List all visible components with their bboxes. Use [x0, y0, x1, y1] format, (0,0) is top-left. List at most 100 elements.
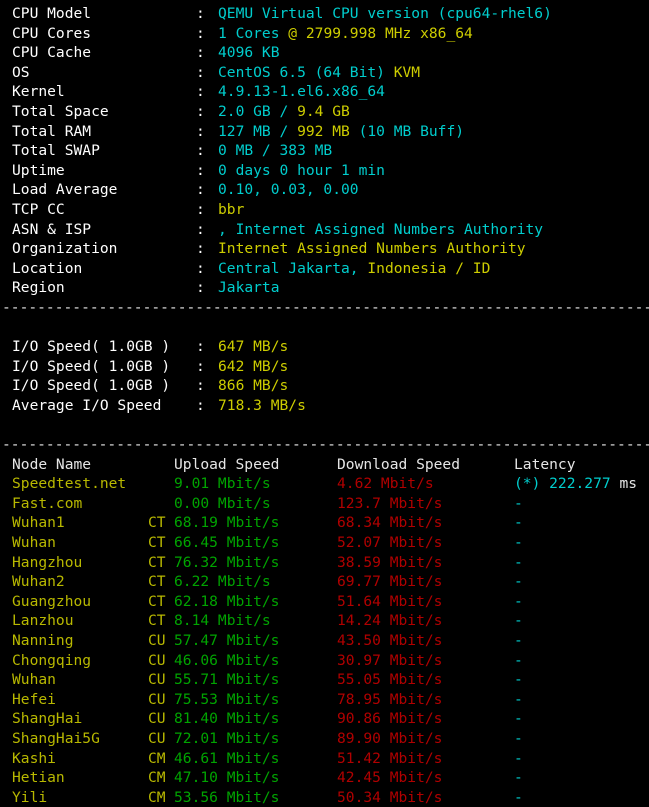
sysinfo-value-primary: 0.10, 0.03, 0.00: [218, 181, 359, 199]
sysinfo-label: Location: [12, 259, 83, 277]
sysinfo-colon: :: [196, 83, 205, 101]
latency-value: -: [514, 553, 523, 571]
cell-isp-code: CT: [148, 612, 166, 630]
io-speed-value: 718.3 MB/s: [218, 396, 306, 414]
table-row: Lanzhou CT 8.14 Mbit/s 14.24 Mbit/s -: [0, 611, 649, 631]
cell-isp-code: CU: [148, 671, 166, 689]
io-speed-colon: :: [196, 377, 205, 395]
sysinfo-value-primary: QEMU Virtual CPU version (cpu64-rhel6): [218, 5, 552, 22]
sysinfo-colon: :: [196, 220, 205, 238]
table-row: Speedtest.net 9.01 Mbit/s 4.62 Mbit/s (*) 2…: [0, 474, 649, 494]
cell-upload-speed: 0.00 Mbit/s: [174, 494, 271, 512]
cell-download-speed: 30.97 Mbit/s: [337, 651, 443, 669]
sysinfo-label: OS: [12, 63, 30, 81]
sysinfo-value-primary: 4096 KB: [218, 44, 280, 62]
sysinfo-colon: :: [196, 122, 205, 140]
cell-download-speed: 4.62 Mbit/s: [337, 475, 434, 493]
cell-latency: -: [514, 709, 523, 729]
sysinfo-colon: :: [196, 259, 205, 277]
io-speed-value: 866 MB/s: [218, 377, 289, 395]
cell-isp-code: CM: [148, 788, 166, 806]
cell-isp-code: CU: [148, 632, 166, 649]
io-speed-row: I/O Speed( 1.0GB ):642 MB/s: [0, 357, 649, 377]
sysinfo-value-secondary: 9.4 GB: [297, 102, 350, 120]
table-row: Guangzhou CT 62.18 Mbit/s 51.64 Mbit/s -: [0, 592, 649, 612]
io-speed-colon: :: [196, 338, 205, 356]
cell-node-name: Wuhan1: [12, 514, 65, 532]
sysinfo-colon: :: [196, 44, 205, 62]
sysinfo-value-primary: 4.9.13-1.el6.x86_64: [218, 83, 385, 101]
sysinfo-row: CPU Cores:1 Cores @ 2799.998 MHz x86_64: [0, 24, 649, 44]
cell-download-speed: 55.05 Mbit/s: [337, 671, 443, 689]
latency-value: -: [514, 690, 523, 708]
cell-node-name: ShangHai: [12, 710, 83, 728]
cell-node-name: Hangzhou: [12, 553, 83, 571]
cell-latency: -: [514, 494, 523, 514]
sysinfo-row: Load Average:0.10, 0.03, 0.00: [0, 180, 649, 200]
sysinfo-row: CPU Model: QEMU Virtual CPU version (cpu6…: [0, 4, 649, 24]
sysinfo-label: Kernel: [12, 83, 65, 101]
cell-node-name: Wuhan2: [12, 573, 65, 591]
cell-node-name: Guangzhou: [12, 592, 92, 610]
latency-value: -: [514, 494, 523, 512]
table-row: Yili CM 53.56 Mbit/s 50.34 Mbit/s -: [0, 788, 649, 807]
cell-download-speed: 78.95 Mbit/s: [337, 690, 443, 708]
sysinfo-value-primary: 2.0 GB /: [218, 102, 298, 120]
cell-node-name: Hetian: [12, 769, 65, 787]
sysinfo-colon: :: [196, 200, 205, 218]
terminal-output: CPU Model: QEMU Virtual CPU version (cpu6…: [0, 0, 649, 807]
cell-latency: -: [514, 631, 523, 651]
sysinfo-label: Region: [12, 279, 65, 297]
latency-value: -: [514, 534, 523, 552]
cell-upload-speed: 46.61 Mbit/s: [174, 749, 280, 767]
cell-upload-speed: 53.56 Mbit/s: [174, 788, 280, 806]
table-row: Fast.com 0.00 Mbit/s 123.7 Mbit/s -: [0, 494, 649, 514]
cell-download-speed: 69.77 Mbit/s: [337, 573, 443, 591]
cell-upload-speed: 68.19 Mbit/s: [174, 514, 280, 532]
cell-upload-speed: 9.01 Mbit/s: [174, 475, 271, 493]
latency-value: -: [514, 573, 523, 591]
io-speed-value: 647 MB/s: [218, 338, 289, 356]
sysinfo-label: ASN & ISP: [12, 220, 92, 238]
cell-latency: -: [514, 749, 523, 769]
cell-download-speed: 38.59 Mbit/s: [337, 553, 443, 571]
sysinfo-row: Region: Jakarta: [0, 278, 649, 298]
column-header-latency: Latency: [514, 455, 576, 473]
sysinfo-value-secondary: bbr: [218, 200, 245, 218]
sysinfo-colon: :: [196, 240, 205, 258]
sysinfo-value-secondary: @ 2799.998 MHz x86_64: [288, 24, 473, 42]
cell-download-speed: 50.34 Mbit/s: [337, 788, 443, 806]
cell-latency: (*) 222.277 ms: [514, 474, 637, 494]
cell-latency: -: [514, 670, 523, 690]
cell-isp-code: CU: [148, 651, 166, 669]
cell-download-speed: 68.34 Mbit/s: [337, 514, 443, 532]
table-row: Nanning CU 57.47 Mbit/s 43.50 Mbit/s -: [0, 631, 649, 651]
sysinfo-row: Uptime:0 days 0 hour 1 min: [0, 161, 649, 181]
cell-isp-code: CT: [148, 534, 166, 552]
cell-node-name: Kashi: [12, 749, 56, 767]
sysinfo-value-primary: Central Jakarta,: [218, 259, 368, 277]
cell-upload-speed: 8.14 Mbit/s: [174, 612, 271, 630]
sysinfo-row: TCP CC: bbr: [0, 200, 649, 220]
io-speed-label: I/O Speed( 1.0GB ): [12, 338, 171, 356]
cell-node-name: Chongqing: [12, 651, 92, 669]
cell-download-speed: 43.50 Mbit/s: [337, 632, 443, 649]
column-header-upload-speed: Upload Speed: [174, 455, 280, 473]
cell-upload-speed: 62.18 Mbit/s: [174, 592, 280, 610]
table-row: Wuhan CU 55.71 Mbit/s 55.05 Mbit/s -: [0, 670, 649, 690]
sysinfo-value-secondary: KVM: [393, 63, 421, 81]
io-speed-colon: :: [196, 357, 205, 375]
sysinfo-label: CPU Cache: [12, 44, 92, 62]
cell-node-name: Fast.com: [12, 494, 83, 512]
system-info-section: CPU Model: QEMU Virtual CPU version (cpu6…: [0, 4, 649, 298]
sysinfo-value-primary: , Internet Assigned Numbers Authority: [218, 220, 544, 238]
sysinfo-value-secondary: Internet Assigned Numbers Authority: [218, 240, 526, 258]
sysinfo-label: Total SWAP: [12, 142, 100, 160]
cell-download-speed: 14.24 Mbit/s: [337, 612, 443, 630]
table-row: Wuhan2 CT 6.22 Mbit/s 69.77 Mbit/s -: [0, 572, 649, 592]
cell-download-speed: 51.64 Mbit/s: [337, 592, 443, 610]
io-speed-label: Average I/O Speed: [12, 396, 162, 414]
cell-isp-code: CM: [148, 749, 166, 767]
cell-node-name: Yili: [12, 788, 48, 806]
